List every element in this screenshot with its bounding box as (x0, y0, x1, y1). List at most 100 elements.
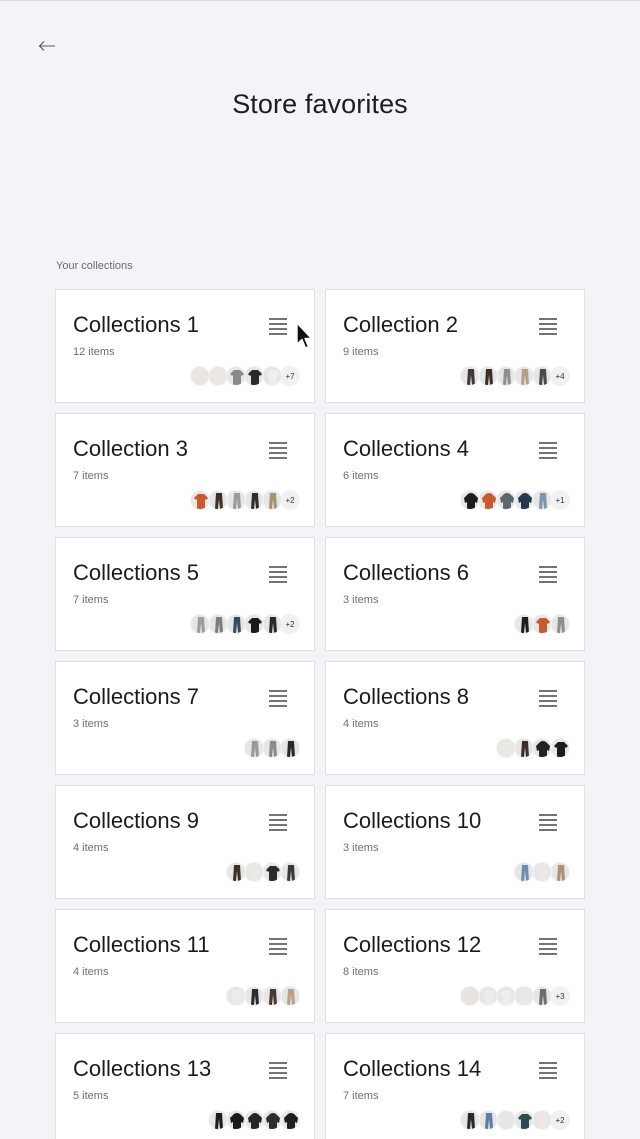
collection-card[interactable]: Collections 5 7 items +2 (55, 537, 315, 651)
page-title: Store favorites (232, 89, 408, 119)
product-thumbnail (280, 1110, 300, 1130)
collection-item-count: 7 items (73, 594, 109, 606)
product-thumbnail (478, 366, 498, 386)
product-thumbnail (514, 366, 534, 386)
product-thumbnail (244, 366, 264, 386)
collection-title: Collections 5 (73, 560, 199, 585)
product-thumbnail (208, 614, 228, 634)
list-menu-icon (269, 318, 287, 335)
collection-menu-button[interactable] (268, 565, 288, 583)
product-thumbnail (460, 986, 480, 1006)
collection-thumbnails: +2 (190, 614, 300, 634)
collection-thumbnails (514, 614, 570, 634)
collection-item-count: 4 items (73, 842, 109, 854)
list-menu-icon (269, 442, 287, 459)
collection-title: Collections 1 (73, 312, 199, 337)
collection-menu-button[interactable] (538, 565, 558, 583)
collection-thumbnails: +3 (460, 986, 570, 1006)
product-thumbnail (190, 490, 210, 510)
product-thumbnail (514, 1110, 534, 1130)
product-thumbnail (262, 614, 282, 634)
product-thumbnail (244, 738, 264, 758)
product-thumbnail (226, 986, 246, 1006)
collection-menu-button[interactable] (538, 689, 558, 707)
collection-item-count: 8 items (343, 966, 379, 978)
collection-card[interactable]: Collections 14 7 items +2 (325, 1033, 585, 1139)
back-button[interactable] (36, 37, 58, 55)
collection-card[interactable]: Collections 8 4 items (325, 661, 585, 775)
collection-item-count: 3 items (343, 594, 379, 606)
collection-item-count: 6 items (343, 470, 379, 482)
collection-thumbnails (514, 862, 570, 882)
product-thumbnail (496, 366, 516, 386)
product-thumbnail (262, 986, 282, 1006)
collection-thumbnails: +7 (190, 366, 300, 386)
collection-item-count: 9 items (343, 346, 379, 358)
more-items-badge: +1 (550, 490, 570, 510)
list-menu-icon (269, 690, 287, 707)
product-thumbnail (262, 862, 282, 882)
product-thumbnail (244, 614, 264, 634)
collection-thumbnails (226, 862, 300, 882)
collection-menu-button[interactable] (268, 317, 288, 335)
product-thumbnail (226, 862, 246, 882)
collection-item-count: 7 items (343, 1090, 379, 1102)
product-thumbnail (208, 366, 228, 386)
collection-menu-button[interactable] (538, 441, 558, 459)
product-thumbnail (280, 738, 300, 758)
collection-thumbnails: +1 (460, 490, 570, 510)
collection-title: Collections 7 (73, 684, 199, 709)
collection-menu-button[interactable] (538, 813, 558, 831)
product-thumbnail (496, 986, 516, 1006)
collection-menu-button[interactable] (268, 813, 288, 831)
list-menu-icon (269, 814, 287, 831)
product-thumbnail (226, 490, 246, 510)
collection-card[interactable]: Collections 7 3 items (55, 661, 315, 775)
product-thumbnail (514, 614, 534, 634)
collection-menu-button[interactable] (268, 441, 288, 459)
product-thumbnail (550, 862, 570, 882)
list-menu-icon (539, 1062, 557, 1079)
collection-title: Collections 14 (343, 1056, 482, 1081)
more-items-badge: +2 (550, 1110, 570, 1130)
collection-menu-button[interactable] (268, 1061, 288, 1079)
collection-thumbnails: +2 (460, 1110, 570, 1130)
product-thumbnail (460, 490, 480, 510)
collection-menu-button[interactable] (538, 937, 558, 955)
product-thumbnail (190, 366, 210, 386)
collection-menu-button[interactable] (268, 937, 288, 955)
list-menu-icon (539, 690, 557, 707)
collection-card[interactable]: Collection 2 9 items +4 (325, 289, 585, 403)
collections-grid: Collections 1 12 items +7 Collection 2 9 ite… (55, 289, 585, 1139)
product-thumbnail (262, 738, 282, 758)
product-thumbnail (244, 862, 264, 882)
more-items-badge: +4 (550, 366, 570, 386)
product-thumbnail (280, 862, 300, 882)
collection-card[interactable]: Collection 3 7 items +2 (55, 413, 315, 527)
more-items-badge: +2 (280, 490, 300, 510)
product-thumbnail (244, 986, 264, 1006)
collection-card[interactable]: Collections 11 4 items (55, 909, 315, 1023)
collection-card[interactable]: Collections 6 3 items (325, 537, 585, 651)
product-thumbnail (262, 490, 282, 510)
product-thumbnail (460, 366, 480, 386)
collection-card[interactable]: Collections 9 4 items (55, 785, 315, 899)
collection-menu-button[interactable] (538, 317, 558, 335)
collection-card[interactable]: Collections 12 8 items +3 (325, 909, 585, 1023)
collection-card[interactable]: Collections 4 6 items +1 (325, 413, 585, 527)
collection-thumbnails: +2 (190, 490, 300, 510)
collection-card[interactable]: Collections 10 3 items (325, 785, 585, 899)
collection-menu-button[interactable] (268, 689, 288, 707)
product-thumbnail (514, 738, 534, 758)
product-thumbnail (550, 614, 570, 634)
collection-thumbnails (496, 738, 570, 758)
product-thumbnail (532, 366, 552, 386)
collection-card[interactable]: Collections 13 5 items (55, 1033, 315, 1139)
product-thumbnail (514, 490, 534, 510)
collection-title: Collections 11 (73, 932, 210, 957)
mouse-pointer-icon (296, 322, 313, 349)
collection-card[interactable]: Collections 1 12 items +7 (55, 289, 315, 403)
collection-menu-button[interactable] (538, 1061, 558, 1079)
list-menu-icon (539, 814, 557, 831)
section-label: Your collections (56, 260, 133, 272)
